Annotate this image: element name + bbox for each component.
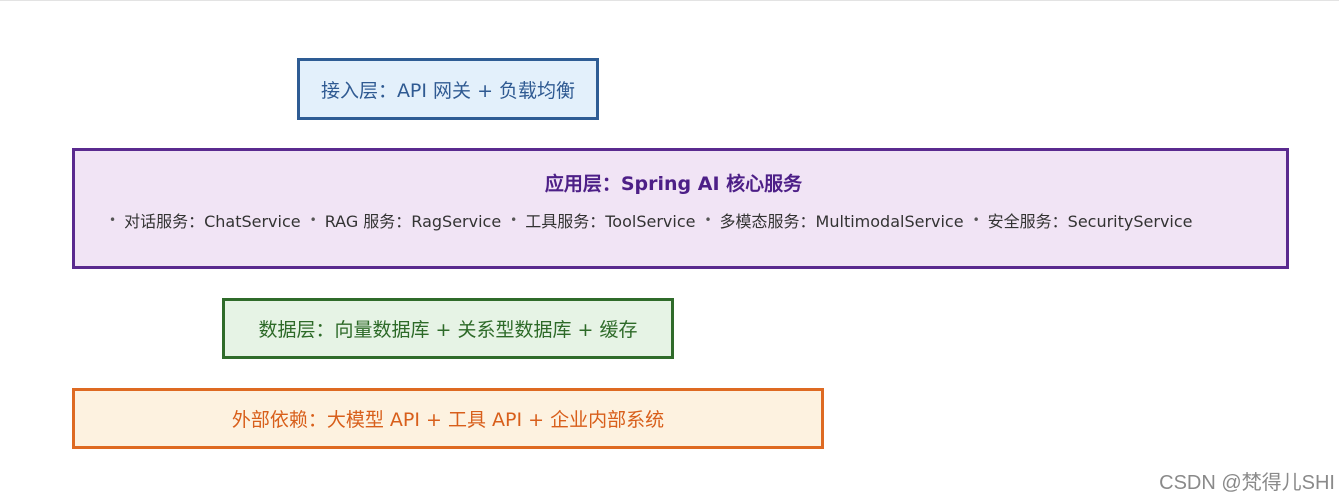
service-label: 工具服务：ToolService	[525, 212, 696, 231]
service-item-security: • 安全服务：SecurityService	[973, 208, 1193, 232]
architecture-diagram: 接入层：API 网关 + 负载均衡 应用层：Spring AI 核心服务 • 对…	[0, 0, 1339, 502]
external-dependency-box: 外部依赖：大模型 API + 工具 API + 企业内部系统	[72, 388, 824, 449]
watermark: CSDN @梵得儿SHI	[1159, 472, 1335, 494]
access-layer-box: 接入层：API 网关 + 负载均衡	[297, 58, 599, 120]
external-dependency-label: 外部依赖：大模型 API + 工具 API + 企业内部系统	[231, 409, 665, 431]
bullet-icon: •	[309, 213, 317, 227]
application-layer-box: 应用层：Spring AI 核心服务 • 对话服务：ChatService • …	[72, 148, 1289, 269]
bullet-icon: •	[109, 213, 117, 227]
service-label: 安全服务：SecurityService	[987, 212, 1193, 231]
service-item-multimodal: • 多模态服务：MultimodalService	[704, 208, 963, 232]
service-label: RAG 服务：RagService	[324, 212, 502, 231]
service-label: 多模态服务：MultimodalService	[719, 212, 964, 231]
bullet-icon: •	[972, 213, 980, 227]
data-layer-label: 数据层：向量数据库 + 关系型数据库 + 缓存	[258, 319, 638, 341]
application-service-list: • 对话服务：ChatService • RAG 服务：RagService •…	[109, 208, 1202, 232]
top-divider	[0, 0, 1339, 1]
service-label: 对话服务：ChatService	[124, 212, 301, 231]
service-item-tool: • 工具服务：ToolService	[510, 208, 695, 232]
service-item-rag: • RAG 服务：RagService	[310, 208, 502, 232]
bullet-icon: •	[704, 213, 712, 227]
access-layer-label: 接入层：API 网关 + 负载均衡	[320, 79, 576, 102]
data-layer-box: 数据层：向量数据库 + 关系型数据库 + 缓存	[222, 298, 674, 359]
service-item-chat: • 对话服务：ChatService	[109, 208, 301, 232]
bullet-icon: •	[510, 213, 518, 227]
application-layer-title: 应用层：Spring AI 核心服务	[544, 173, 803, 195]
